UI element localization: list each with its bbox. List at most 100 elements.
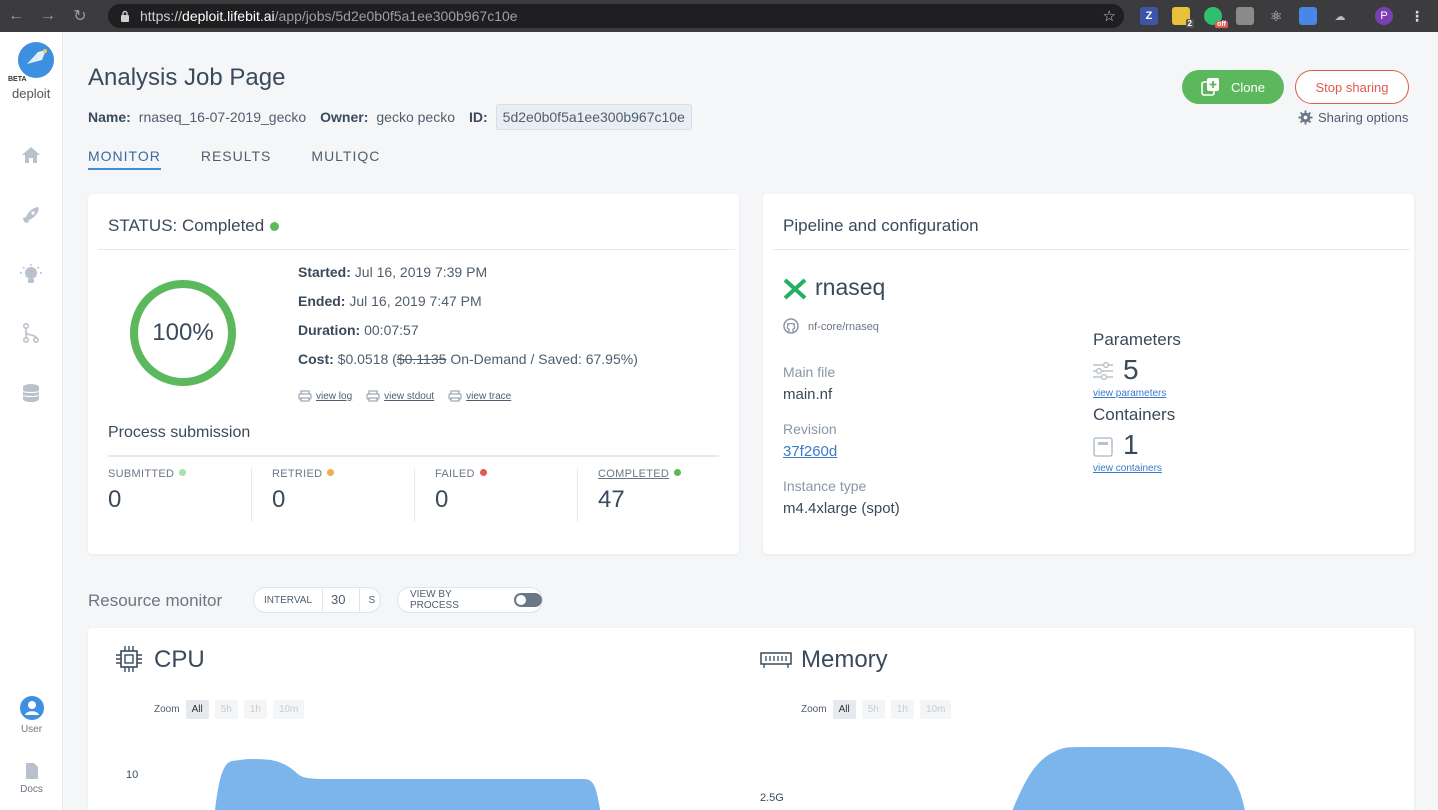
grammarly-extension-icon[interactable]: off [1204, 7, 1228, 28]
status-dot [674, 469, 682, 476]
view-parameters-link[interactable]: view parameters [1093, 388, 1166, 399]
log-links: view log view stdout view trace [298, 390, 525, 402]
view-containers-link[interactable]: view containers [1093, 463, 1162, 474]
github-icon [783, 318, 799, 334]
interval-label: INTERVAL [264, 594, 312, 606]
status-dot [327, 469, 335, 476]
deploit-logo[interactable]: BETA deploit [8, 42, 58, 102]
logo-wordmark: deploit [12, 86, 51, 101]
zotero-extension-icon[interactable]: Z [1140, 7, 1158, 25]
revision-label: Revision [783, 421, 837, 437]
browser-toolbar: ← → ↻ https:// deploit.lifebit.ai /app/j… [0, 0, 1438, 32]
home-icon[interactable] [20, 144, 42, 166]
main-file-value: main.nf [783, 386, 833, 403]
back-icon[interactable]: ← [0, 0, 32, 32]
stop-sharing-button[interactable]: Stop sharing [1295, 70, 1409, 104]
view-by-process-label: VIEW BY PROCESS [410, 589, 459, 611]
clone-icon [1201, 78, 1220, 96]
memory-icon [760, 652, 792, 668]
view-by-process-toggle[interactable]: VIEW BY PROCESS [397, 587, 543, 613]
extension-icon[interactable] [1236, 7, 1254, 25]
resource-monitor-title: Resource monitor [88, 591, 223, 610]
lightbulb-icon[interactable] [20, 264, 42, 286]
zoom-5h-button[interactable]: 5h [214, 700, 238, 719]
pipeline-branch-icon[interactable] [20, 322, 42, 344]
zoom-all-button[interactable]: All [185, 700, 209, 719]
stat-completed[interactable]: COMPLETED 47 [577, 468, 740, 522]
user-label: User [20, 724, 43, 735]
divider [108, 455, 719, 457]
zoom-1h-button[interactable]: 1h [890, 700, 914, 719]
lock-icon [121, 10, 129, 22]
instance-type-label: Instance type [783, 478, 867, 494]
stat-failed: FAILED 0 [414, 468, 577, 522]
address-bar[interactable]: https:// deploit.lifebit.ai /app/jobs/5d… [108, 4, 1124, 28]
stat-label[interactable]: COMPLETED [598, 468, 740, 480]
sharing-options-link[interactable]: Sharing options [1298, 110, 1408, 125]
rocket-icon[interactable] [20, 204, 42, 226]
tab-results[interactable]: RESULTS [201, 148, 272, 170]
owner-label: Owner: [320, 109, 369, 125]
completed-label[interactable]: COMPLETED [598, 468, 669, 480]
memory-chart-title: Memory [801, 646, 888, 673]
containers-count: 1 [1123, 429, 1139, 460]
nf-core-logo-icon [783, 278, 807, 300]
pipeline-name[interactable]: rnaseq [815, 274, 885, 301]
zoom-1h-button[interactable]: 1h [243, 700, 267, 719]
zoom-all-button[interactable]: All [832, 700, 856, 719]
job-tabs: MONITOR RESULTS MULTIQC [88, 148, 420, 170]
duration-row: Duration: 00:07:57 [298, 322, 419, 338]
completed-count: 47 [598, 486, 625, 513]
zoom-10m-button[interactable]: 10m [919, 700, 952, 719]
sticky-note-extension-icon[interactable]: 2 [1172, 7, 1194, 28]
view-log-link[interactable]: view log [298, 390, 352, 402]
view-trace-link[interactable]: view trace [448, 390, 511, 402]
browser-menu-icon[interactable]: ⋮ [1408, 7, 1426, 25]
react-devtools-icon[interactable]: ⚛ [1267, 7, 1285, 25]
document-icon [25, 763, 38, 779]
submitted-label: SUBMITTED [108, 468, 175, 480]
interval-unit: S [368, 594, 376, 606]
resource-charts-card: CPU Zoom All 5h 1h 10m 10 Memory Zoom Al… [88, 628, 1414, 810]
parameters-count: 5 [1123, 354, 1139, 385]
cpu-y-tick: 10 [126, 769, 139, 781]
profile-avatar[interactable]: P [1375, 7, 1393, 25]
submitted-count: 0 [108, 486, 122, 513]
interval-control: INTERVAL 30 S [253, 587, 381, 613]
job-id[interactable]: 5d2e0b0f5a1ee300b967c10e [495, 104, 692, 130]
revision-link[interactable]: 37f260d [783, 443, 837, 460]
tab-monitor[interactable]: MONITOR [88, 148, 161, 170]
user-nav[interactable]: User [0, 696, 63, 735]
stat-label: RETRIED [272, 468, 414, 480]
stat-label: FAILED [435, 468, 577, 480]
divider [773, 249, 1410, 250]
forward-icon[interactable]: → [32, 0, 64, 32]
view-stdout-link[interactable]: view stdout [366, 390, 434, 402]
clone-button[interactable]: Clone [1182, 70, 1284, 104]
reload-icon[interactable]: ↻ [64, 0, 96, 32]
clone-label: Clone [1231, 79, 1265, 95]
interval-input[interactable]: 30 [321, 588, 361, 612]
beta-label: BETA [8, 76, 27, 83]
failed-label: FAILED [435, 468, 475, 480]
page-title: Analysis Job Page [88, 64, 286, 91]
sliders-icon [1093, 362, 1113, 380]
status-dot [479, 469, 487, 476]
zoom-5h-button[interactable]: 5h [861, 700, 885, 719]
app-sidebar: BETA deploit User Docs [0, 32, 63, 810]
docs-nav[interactable]: Docs [0, 762, 63, 795]
status-text: STATUS: Completed [108, 216, 265, 235]
pipeline-repo[interactable]: nf-core/rnaseq [808, 321, 879, 333]
tab-multiqc[interactable]: MULTIQC [311, 148, 380, 170]
bookmark-star-icon[interactable]: ☆ [1103, 7, 1116, 25]
database-icon[interactable] [20, 382, 42, 404]
cloud-extension-icon[interactable]: ☁ [1331, 7, 1349, 25]
zoom-10m-button[interactable]: 10m [272, 700, 305, 719]
logo-mark-icon [18, 42, 54, 78]
cpu-chart-title: CPU [154, 646, 205, 673]
translate-extension-icon[interactable] [1299, 7, 1317, 25]
retried-count: 0 [272, 486, 286, 513]
toggle-switch[interactable] [514, 593, 542, 607]
progress-label: 100% [152, 319, 214, 346]
sharing-options-label: Sharing options [1318, 110, 1409, 125]
